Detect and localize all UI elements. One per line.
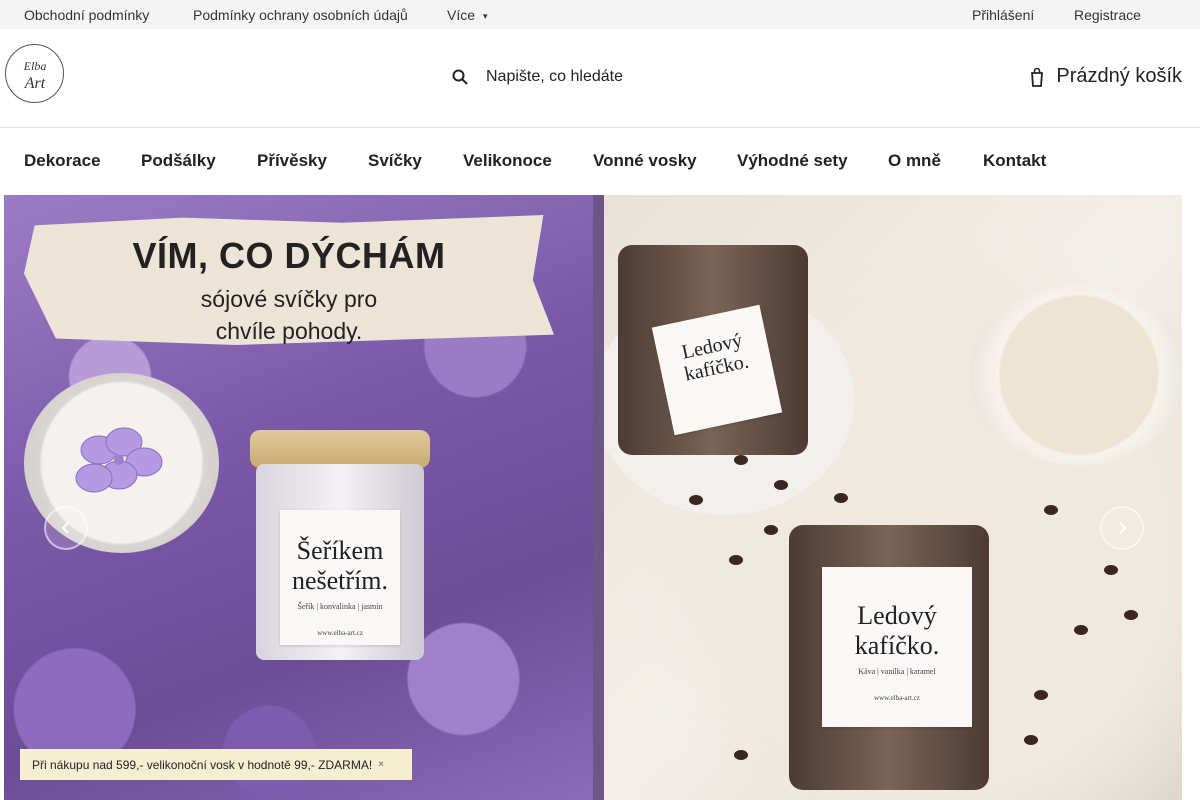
promo-banner[interactable]: Při nákupu nad 599,- velikonoční vosk v …: [20, 749, 412, 780]
logo[interactable]: Elba Art: [5, 44, 64, 103]
candle-label-title: Šeříkem nešetřím.: [291, 536, 389, 595]
coffee-bean: [764, 525, 778, 535]
nav-item-svicky[interactable]: Svíčky: [368, 151, 422, 171]
candle-label: Šeříkem nešetřím. Šeřík | konvalinka | j…: [280, 510, 400, 645]
hero-carousel[interactable]: VÍM, CO DÝCHÁM sójové svíčky pro chvíle …: [4, 195, 1182, 800]
coffee-bean: [834, 493, 848, 503]
nav-item-velikonoce[interactable]: Velikonoce: [463, 151, 552, 171]
coffee-bean: [1034, 690, 1048, 700]
cart-icon: [1031, 67, 1044, 87]
cart-label: Prázdný košík: [1056, 65, 1182, 87]
register-link[interactable]: Registrace: [1074, 7, 1141, 23]
candle-label-url: www.elba-art.cz: [317, 629, 363, 637]
login-link[interactable]: Přihlášení: [972, 7, 1034, 23]
coffee-bean: [1024, 735, 1038, 745]
nav-item-dekorace[interactable]: Dekorace: [24, 151, 101, 171]
cart-button[interactable]: Prázdný košík: [1030, 65, 1182, 88]
carousel-next-button[interactable]: [1100, 506, 1144, 550]
coffee-bean: [1124, 610, 1138, 620]
jar-lid: [250, 430, 430, 468]
carousel-prev-button[interactable]: [44, 506, 88, 550]
coffee-label-top-title: Ledový kafíčko.: [679, 329, 751, 386]
candle-label-notes: Šeřík | konvalinka | jasmín: [297, 602, 383, 611]
promo-text: Při nákupu nad 599,- velikonoční vosk v …: [32, 757, 373, 772]
cappuccino-cup: [969, 285, 1182, 465]
nav-item-kontakt[interactable]: Kontakt: [983, 151, 1046, 171]
coffee-label-top: Ledový kafíčko.: [651, 304, 783, 436]
more-label: Více: [447, 7, 476, 23]
chevron-left-icon: [61, 522, 69, 534]
site-header: Elba Art Prázdný košík: [0, 29, 1200, 128]
coffee-bean: [1104, 565, 1118, 575]
chevron-down-icon: ▾: [483, 11, 488, 21]
logo-mark: Elba Art: [22, 59, 46, 92]
slide-divider: [593, 195, 604, 800]
nav-item-podsalky[interactable]: Podšálky: [141, 151, 216, 171]
coffee-label-notes: Káva | vanilka | karamel: [858, 667, 936, 676]
hero-headline: VÍM, CO DÝCHÁM: [132, 235, 446, 276]
coffee-bean: [689, 495, 703, 505]
nav-item-privesky[interactable]: Přívěsky: [257, 151, 327, 171]
chevron-right-icon: [1119, 522, 1127, 534]
close-icon[interactable]: ×: [378, 759, 384, 770]
coffee-label-title: Ledový kafíčko.: [854, 601, 940, 660]
nav-item-vyhodne-sety[interactable]: Výhodné sety: [737, 151, 848, 171]
coffee-label-url: www.elba-art.cz: [874, 694, 920, 702]
nav-item-vonne-vosky[interactable]: Vonné vosky: [593, 151, 697, 171]
hero-slide-lilac: VÍM, CO DÝCHÁM sójové svíčky pro chvíle …: [4, 195, 593, 800]
search-icon: [452, 69, 468, 85]
nav-item-o-mne[interactable]: O mně: [888, 151, 941, 171]
hero-slide-coffee: Ledový kafíčko. Ledový kafíčko. Káva | v…: [604, 195, 1182, 800]
more-menu[interactable]: Více ▾: [447, 7, 488, 23]
coffee-bean: [774, 480, 788, 490]
svg-text:Art: Art: [23, 75, 45, 92]
coffee-bean: [1074, 625, 1088, 635]
svg-text:Elba: Elba: [22, 59, 46, 73]
hero-subline: sójové svíčky pro chvíle pohody.: [200, 286, 378, 344]
coffee-bean: [729, 555, 743, 565]
coffee-bean: [1044, 505, 1058, 515]
coffee-label-bottom: Ledový kafíčko. Káva | vanilka | karamel…: [822, 567, 972, 727]
lilac-wax-flower: [75, 427, 163, 493]
top-utility-bar: Obchodní podmínky Podmínky ochrany osobn…: [0, 0, 1200, 29]
coffee-bean: [734, 455, 748, 465]
lilac-candle-jar: Šeříkem nešetřím. Šeřík | konvalinka | j…: [250, 430, 430, 660]
link-terms[interactable]: Obchodní podmínky: [24, 7, 149, 23]
search-bar[interactable]: [452, 63, 712, 91]
coffee-bean: [734, 750, 748, 760]
search-input[interactable]: [486, 68, 686, 86]
link-privacy[interactable]: Podmínky ochrany osobních údajů: [193, 7, 408, 23]
main-nav: Dekorace Podšálky Přívěsky Svíčky Veliko…: [0, 127, 1200, 194]
